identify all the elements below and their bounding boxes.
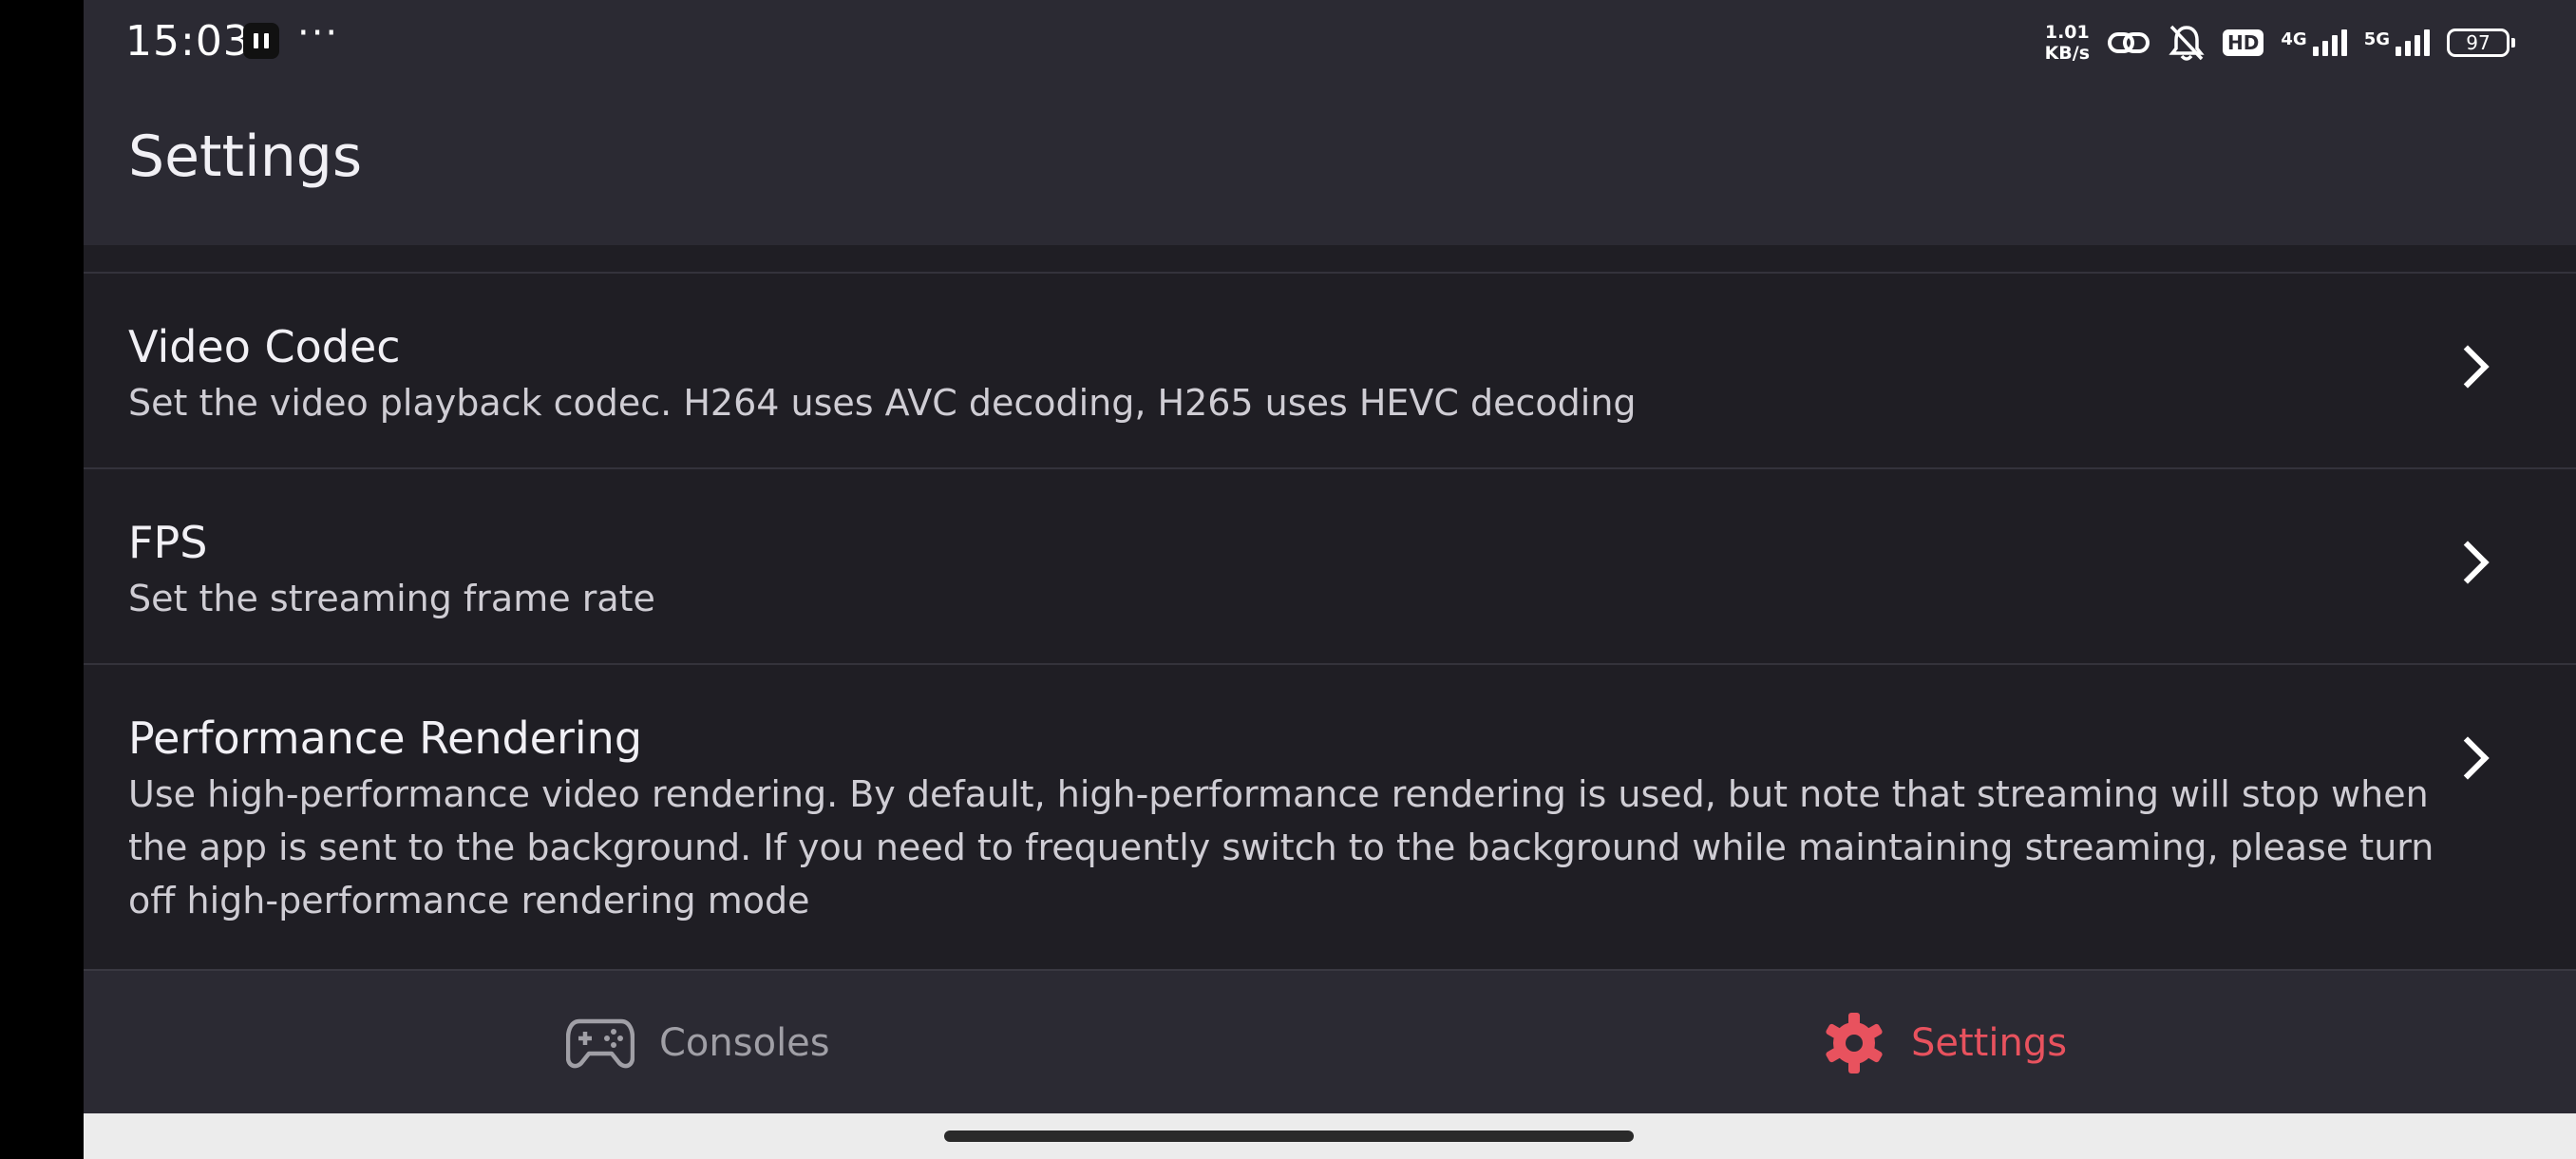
app-screen: 15:03 ··· 1.01 KB/s HD 4G 5G 97 Settings… xyxy=(84,0,2576,1159)
more-notifications-icon: ··· xyxy=(297,11,340,55)
network-speed: 1.01 KB/s xyxy=(2045,22,2090,64)
setting-description: Set the streaming frame rate xyxy=(128,578,655,619)
status-icons: 1.01 KB/s HD 4G 5G 97 xyxy=(2045,19,2515,66)
signal-icon: 5G xyxy=(2364,29,2430,56)
chevron-right-icon xyxy=(2446,736,2490,780)
gear-icon xyxy=(1826,1013,1883,1074)
setting-title: Video Codec xyxy=(128,321,401,372)
pause-icon xyxy=(243,23,279,59)
setting-description: Use high-performance video rendering. By… xyxy=(128,773,2434,922)
page-title: Settings xyxy=(128,124,363,190)
app-bar: Settings xyxy=(84,84,2576,245)
tab-label: Settings xyxy=(1911,1021,2068,1065)
gamepad-icon xyxy=(566,1018,635,1069)
network-speed-value: 1.01 xyxy=(2044,22,2090,43)
setting-title: FPS xyxy=(128,517,208,568)
hd-voice-badge: HD xyxy=(2223,29,2264,56)
battery-icon: 97 xyxy=(2447,28,2515,57)
chevron-right-icon xyxy=(2446,541,2490,584)
status-bar: 15:03 ··· 1.01 KB/s HD 4G 5G 97 xyxy=(84,0,2576,84)
status-time: 15:03 xyxy=(125,17,251,66)
setting-performance-rendering[interactable]: Performance Rendering Use high-performan… xyxy=(84,665,2576,967)
tab-label: Consoles xyxy=(659,1021,830,1065)
home-gesture-handle[interactable] xyxy=(944,1130,1634,1142)
signal-1-label: 4G xyxy=(2281,29,2307,49)
settings-list[interactable]: Video Codec Set the video playback codec… xyxy=(84,245,2576,967)
link-icon xyxy=(2108,32,2150,53)
bottom-navigation: Consoles Settings xyxy=(84,969,2576,1113)
gesture-navigation-area xyxy=(84,1113,2576,1159)
tab-consoles[interactable]: Consoles xyxy=(566,971,830,1115)
signal-icon: 4G xyxy=(2281,29,2347,56)
setting-description: Set the video playback codec. H264 uses … xyxy=(128,382,1637,424)
setting-title: Performance Rendering xyxy=(128,712,643,764)
tab-settings[interactable]: Settings xyxy=(1822,971,2067,1115)
setting-fps[interactable]: FPS Set the streaming frame rate xyxy=(84,469,2576,665)
chevron-right-icon xyxy=(2446,345,2490,389)
setting-video-codec[interactable]: Video Codec Set the video playback codec… xyxy=(84,274,2576,469)
network-speed-unit: KB/s xyxy=(2044,43,2091,64)
signal-2-label: 5G xyxy=(2363,29,2390,49)
bell-muted-icon xyxy=(2169,25,2205,61)
